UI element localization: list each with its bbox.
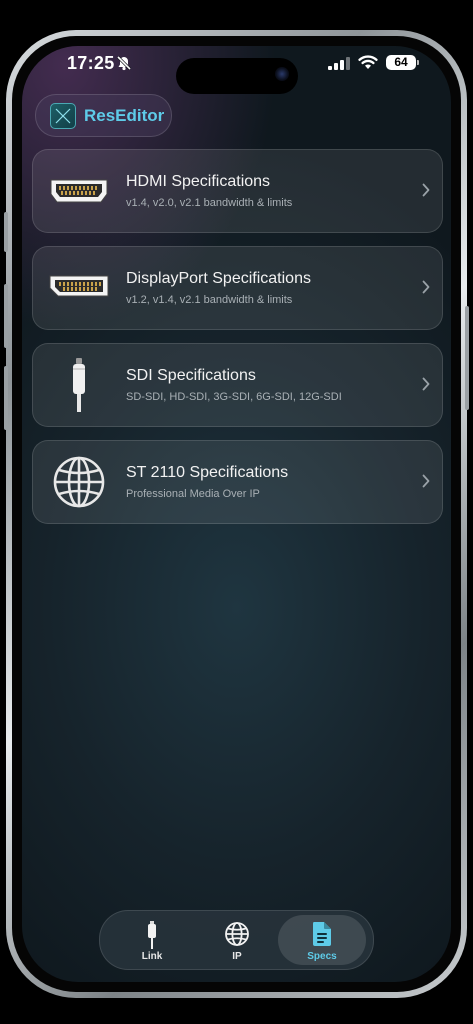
bell-slash-icon bbox=[116, 55, 132, 71]
tab-specs[interactable]: Specs bbox=[278, 915, 366, 965]
hdmi-connector-icon bbox=[50, 179, 108, 203]
status-bar: 17:25 64 bbox=[22, 46, 451, 94]
st2110-specs-card[interactable]: ST 2110 Specifications Professional Medi… bbox=[32, 440, 443, 524]
tab-bar: Link IP Specs bbox=[99, 910, 374, 970]
app-name: ResEditor bbox=[84, 106, 165, 125]
card-title: DisplayPort Specifications bbox=[126, 270, 311, 287]
card-subtitle: SD-SDI, HD-SDI, 3G-SDI, 6G-SDI, 12G-SDI bbox=[126, 391, 342, 403]
wifi-icon bbox=[358, 55, 378, 69]
tab-label: Link bbox=[141, 951, 163, 962]
chevron-right-icon bbox=[422, 280, 430, 294]
cable-icon bbox=[148, 921, 156, 949]
displayport-specs-card[interactable]: DisplayPort Specifications v1.2, v1.4, v… bbox=[32, 246, 443, 330]
app-logo-icon bbox=[50, 103, 76, 129]
globe-icon bbox=[225, 922, 249, 946]
displayport-connector-icon bbox=[49, 275, 109, 297]
tab-label: Specs bbox=[307, 951, 337, 962]
sdi-specs-card[interactable]: SDI Specifications SD-SDI, HD-SDI, 3G-SD… bbox=[32, 343, 443, 427]
document-icon bbox=[313, 922, 331, 946]
power-button bbox=[465, 306, 469, 410]
action-button bbox=[4, 212, 8, 252]
card-subtitle: Professional Media Over IP bbox=[126, 488, 260, 500]
sdi-cable-icon bbox=[73, 358, 85, 412]
battery-indicator: 64 bbox=[386, 55, 416, 70]
volume-up-button bbox=[4, 284, 8, 348]
card-title: HDMI Specifications bbox=[126, 173, 271, 190]
tab-label: IP bbox=[232, 951, 242, 962]
tab-ip[interactable]: IP bbox=[193, 915, 281, 965]
tab-link[interactable]: Link bbox=[108, 915, 196, 965]
card-subtitle: v1.4, v2.0, v2.1 bandwidth & limits bbox=[126, 197, 293, 209]
card-title: ST 2110 Specifications bbox=[126, 464, 289, 481]
status-time: 17:25 bbox=[67, 53, 115, 73]
front-camera bbox=[275, 67, 289, 81]
cellular-signal-icon bbox=[328, 57, 350, 70]
app-title-pill[interactable]: ResEditor bbox=[35, 94, 172, 137]
card-subtitle: v1.2, v1.4, v2.1 bandwidth & limits bbox=[126, 294, 293, 306]
chevron-right-icon bbox=[422, 474, 430, 488]
globe-icon bbox=[53, 456, 105, 508]
hdmi-specs-card[interactable]: HDMI Specifications v1.4, v2.0, v2.1 ban… bbox=[32, 149, 443, 233]
screen: 17:25 64 ResEditor HDMI Specifications v… bbox=[22, 46, 451, 982]
card-title: SDI Specifications bbox=[126, 367, 256, 384]
volume-down-button bbox=[4, 366, 8, 430]
battery-tip bbox=[417, 60, 419, 65]
chevron-right-icon bbox=[422, 183, 430, 197]
chevron-right-icon bbox=[422, 377, 430, 391]
